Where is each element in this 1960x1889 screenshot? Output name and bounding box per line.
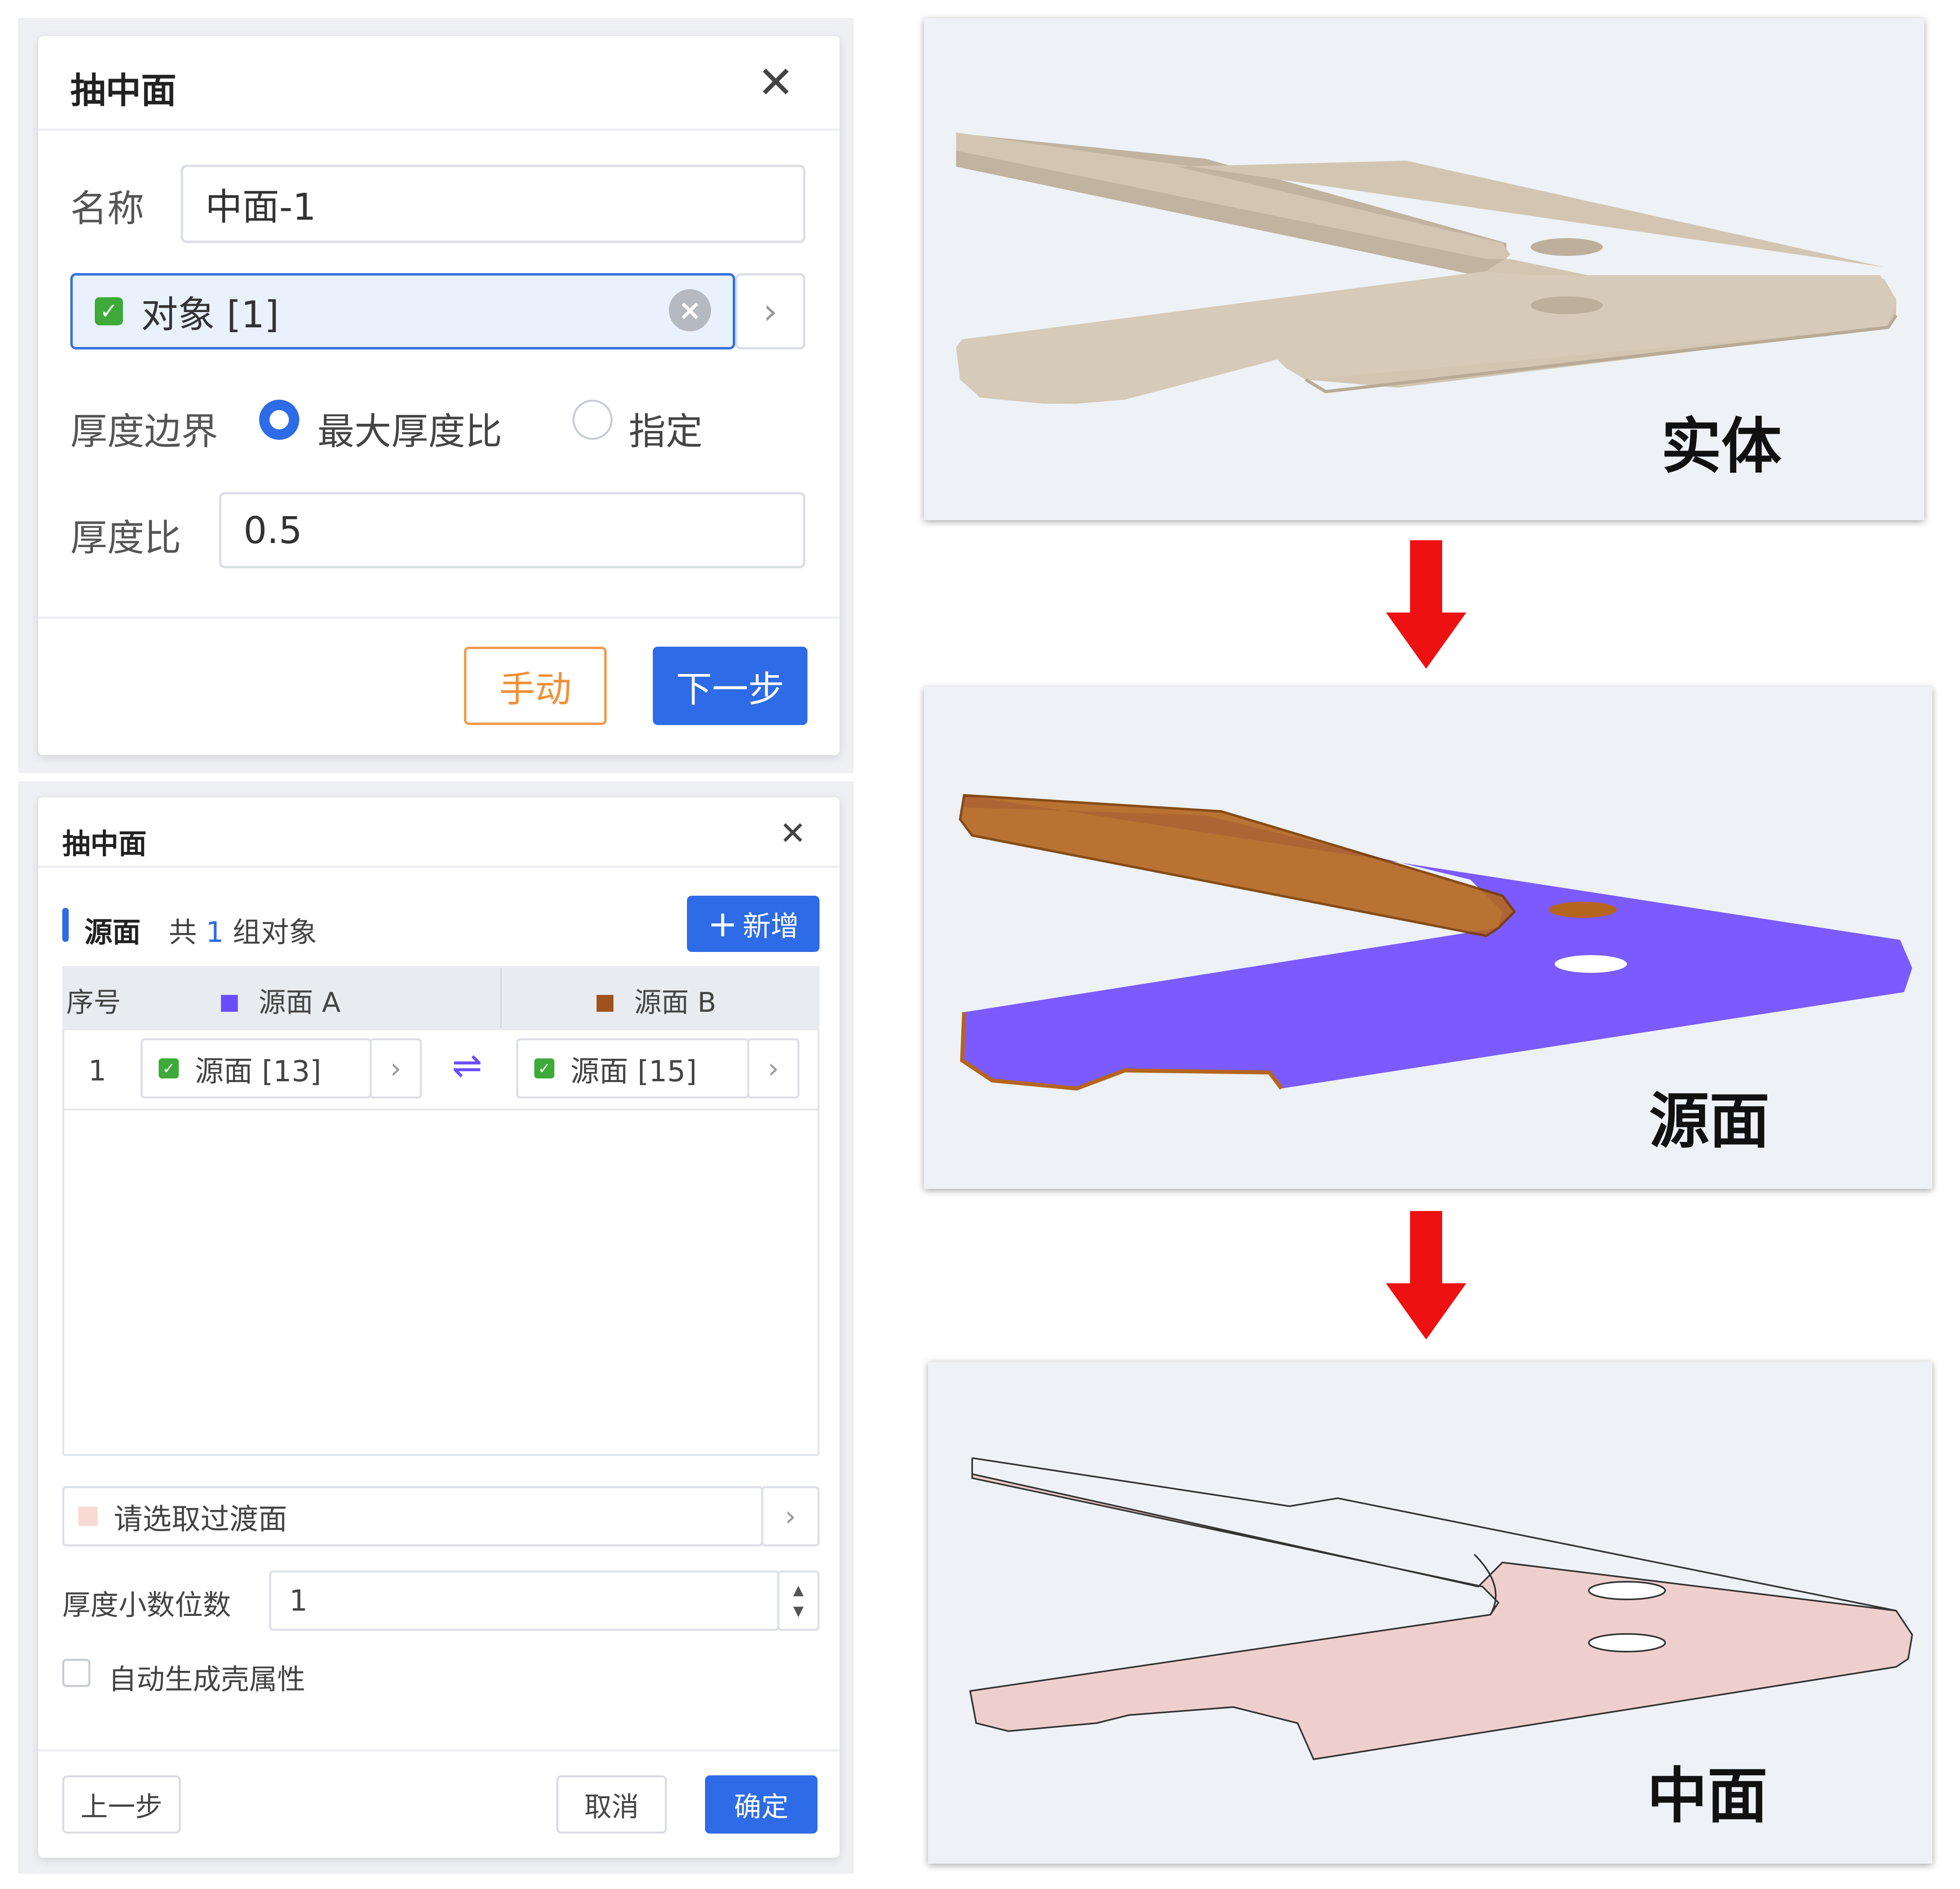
object-selector-value: 对象 [1] — [141, 293, 279, 336]
source-a-value: 源面 [13] — [195, 1054, 321, 1088]
decimal-value: 1 — [289, 1584, 308, 1617]
dialog2: 抽中面 ✕ 源面 共 1 组对象 + 新增 序号 源面 A 源面 B 1 ✓ 源… — [38, 797, 840, 1858]
decimal-input[interactable]: 1 — [269, 1570, 779, 1631]
group-prefix: 共 — [169, 916, 197, 949]
close-icon[interactable]: ✕ — [757, 60, 794, 104]
chevron-right-icon: › — [768, 1052, 779, 1085]
dialog2-title: 抽中面 — [62, 827, 147, 860]
check-icon: ✓ — [95, 297, 123, 325]
group-suffix: 组对象 — [233, 916, 317, 949]
clear-icon[interactable]: × — [669, 289, 711, 331]
spinner-down-icon[interactable]: ▼ — [793, 1604, 803, 1618]
arrow-down-icon — [1386, 540, 1466, 669]
add-button-label: 新增 — [742, 909, 799, 943]
source-view: 源面 — [924, 687, 1932, 1189]
source-a-expand[interactable]: › — [370, 1038, 422, 1099]
transition-face-selector[interactable]: 请选取过渡面 — [62, 1486, 763, 1546]
decimal-label: 厚度小数位数 — [62, 1589, 231, 1621]
name-label: 名称 — [70, 187, 145, 230]
radio-max-ratio[interactable] — [259, 400, 299, 440]
dialog2-header-divider — [38, 866, 840, 868]
mid-model — [969, 1457, 1913, 1760]
source-a-swatch — [221, 995, 238, 1012]
radio-specified[interactable] — [572, 400, 613, 440]
close-icon[interactable]: ✕ — [779, 817, 806, 850]
radio-specified-label[interactable]: 指定 — [629, 402, 703, 455]
next-button[interactable]: 下一步 — [653, 647, 807, 725]
auto-shell-checkbox[interactable] — [62, 1659, 90, 1687]
arrow-down-icon — [1386, 1211, 1466, 1340]
section-marker — [62, 908, 69, 942]
transition-swatch — [78, 1507, 98, 1526]
source-b-swatch — [597, 995, 613, 1012]
ok-button[interactable]: 确定 — [705, 1775, 818, 1834]
dialog1-title: 抽中面 — [70, 70, 177, 111]
plus-icon: + — [707, 903, 738, 945]
col-b-header: 源面 B — [597, 980, 716, 1020]
col-a-header: 源面 A — [221, 980, 341, 1020]
source-b-expand[interactable]: › — [747, 1038, 799, 1099]
thickness-boundary-label: 厚度边界 — [70, 410, 219, 453]
check-icon: ✓ — [534, 1058, 554, 1078]
radio-max-ratio-label[interactable]: 最大厚度比 — [317, 402, 502, 455]
add-button[interactable]: + 新增 — [687, 896, 820, 952]
prev-button[interactable]: 上一步 — [62, 1775, 181, 1834]
col-b-label: 源面 B — [634, 987, 716, 1019]
solid-label: 实体 — [1661, 412, 1782, 482]
source-b-value: 源面 [15] — [570, 1054, 697, 1088]
name-input[interactable]: 中面-1 — [181, 165, 805, 243]
swap-icon[interactable]: ⇌ — [452, 1044, 482, 1086]
cancel-button[interactable]: 取消 — [556, 1775, 667, 1834]
solid-view: 实体 — [924, 18, 1924, 520]
chevron-right-icon: › — [785, 1500, 796, 1533]
spinner-up-icon[interactable]: ▲ — [793, 1583, 803, 1597]
row-index: 1 — [88, 1054, 106, 1087]
decimal-spinner[interactable]: ▲ ▼ — [777, 1570, 820, 1631]
mid-label: 中面 — [1647, 1761, 1768, 1831]
transition-placeholder: 请选取过渡面 — [114, 1502, 288, 1536]
source-label: 源面 — [1649, 1086, 1770, 1156]
col-index: 序号 — [66, 987, 121, 1019]
section-title: 源面 — [84, 916, 141, 949]
dialog1-header-divider — [38, 129, 840, 131]
dialog1-footer-divider — [38, 617, 840, 619]
source-b-input[interactable]: ✓ 源面 [15] — [516, 1038, 749, 1099]
chevron-right-icon: › — [763, 290, 778, 333]
auto-shell-label[interactable]: 自动生成壳属性 — [108, 1657, 305, 1697]
col-a-label: 源面 A — [258, 987, 341, 1019]
chevron-right-icon: › — [390, 1052, 401, 1085]
dialog1: 抽中面 ✕ 名称 中面-1 ✓ 对象 [1] × › 厚度边界 最大厚度比 指定… — [38, 36, 840, 755]
mid-view: 中面 — [928, 1362, 1932, 1864]
group-count-text: 共 1 组对象 — [169, 910, 317, 950]
source-a-input[interactable]: ✓ 源面 [13] — [141, 1038, 372, 1099]
name-input-value: 中面-1 — [205, 186, 316, 229]
transition-expand[interactable]: › — [761, 1486, 820, 1546]
manual-button[interactable]: 手动 — [464, 647, 607, 725]
check-icon: ✓ — [159, 1058, 179, 1078]
ratio-input-value: 0.5 — [243, 508, 302, 552]
group-count: 1 — [206, 916, 224, 949]
ratio-label: 厚度比 — [70, 517, 182, 560]
source-model — [959, 794, 1912, 1091]
dialog2-footer-divider — [38, 1749, 840, 1752]
ratio-input[interactable]: 0.5 — [219, 492, 805, 568]
object-selector[interactable]: ✓ 对象 [1] — [70, 273, 735, 349]
col-divider — [500, 968, 502, 1028]
object-expand-button[interactable]: › — [735, 273, 805, 349]
